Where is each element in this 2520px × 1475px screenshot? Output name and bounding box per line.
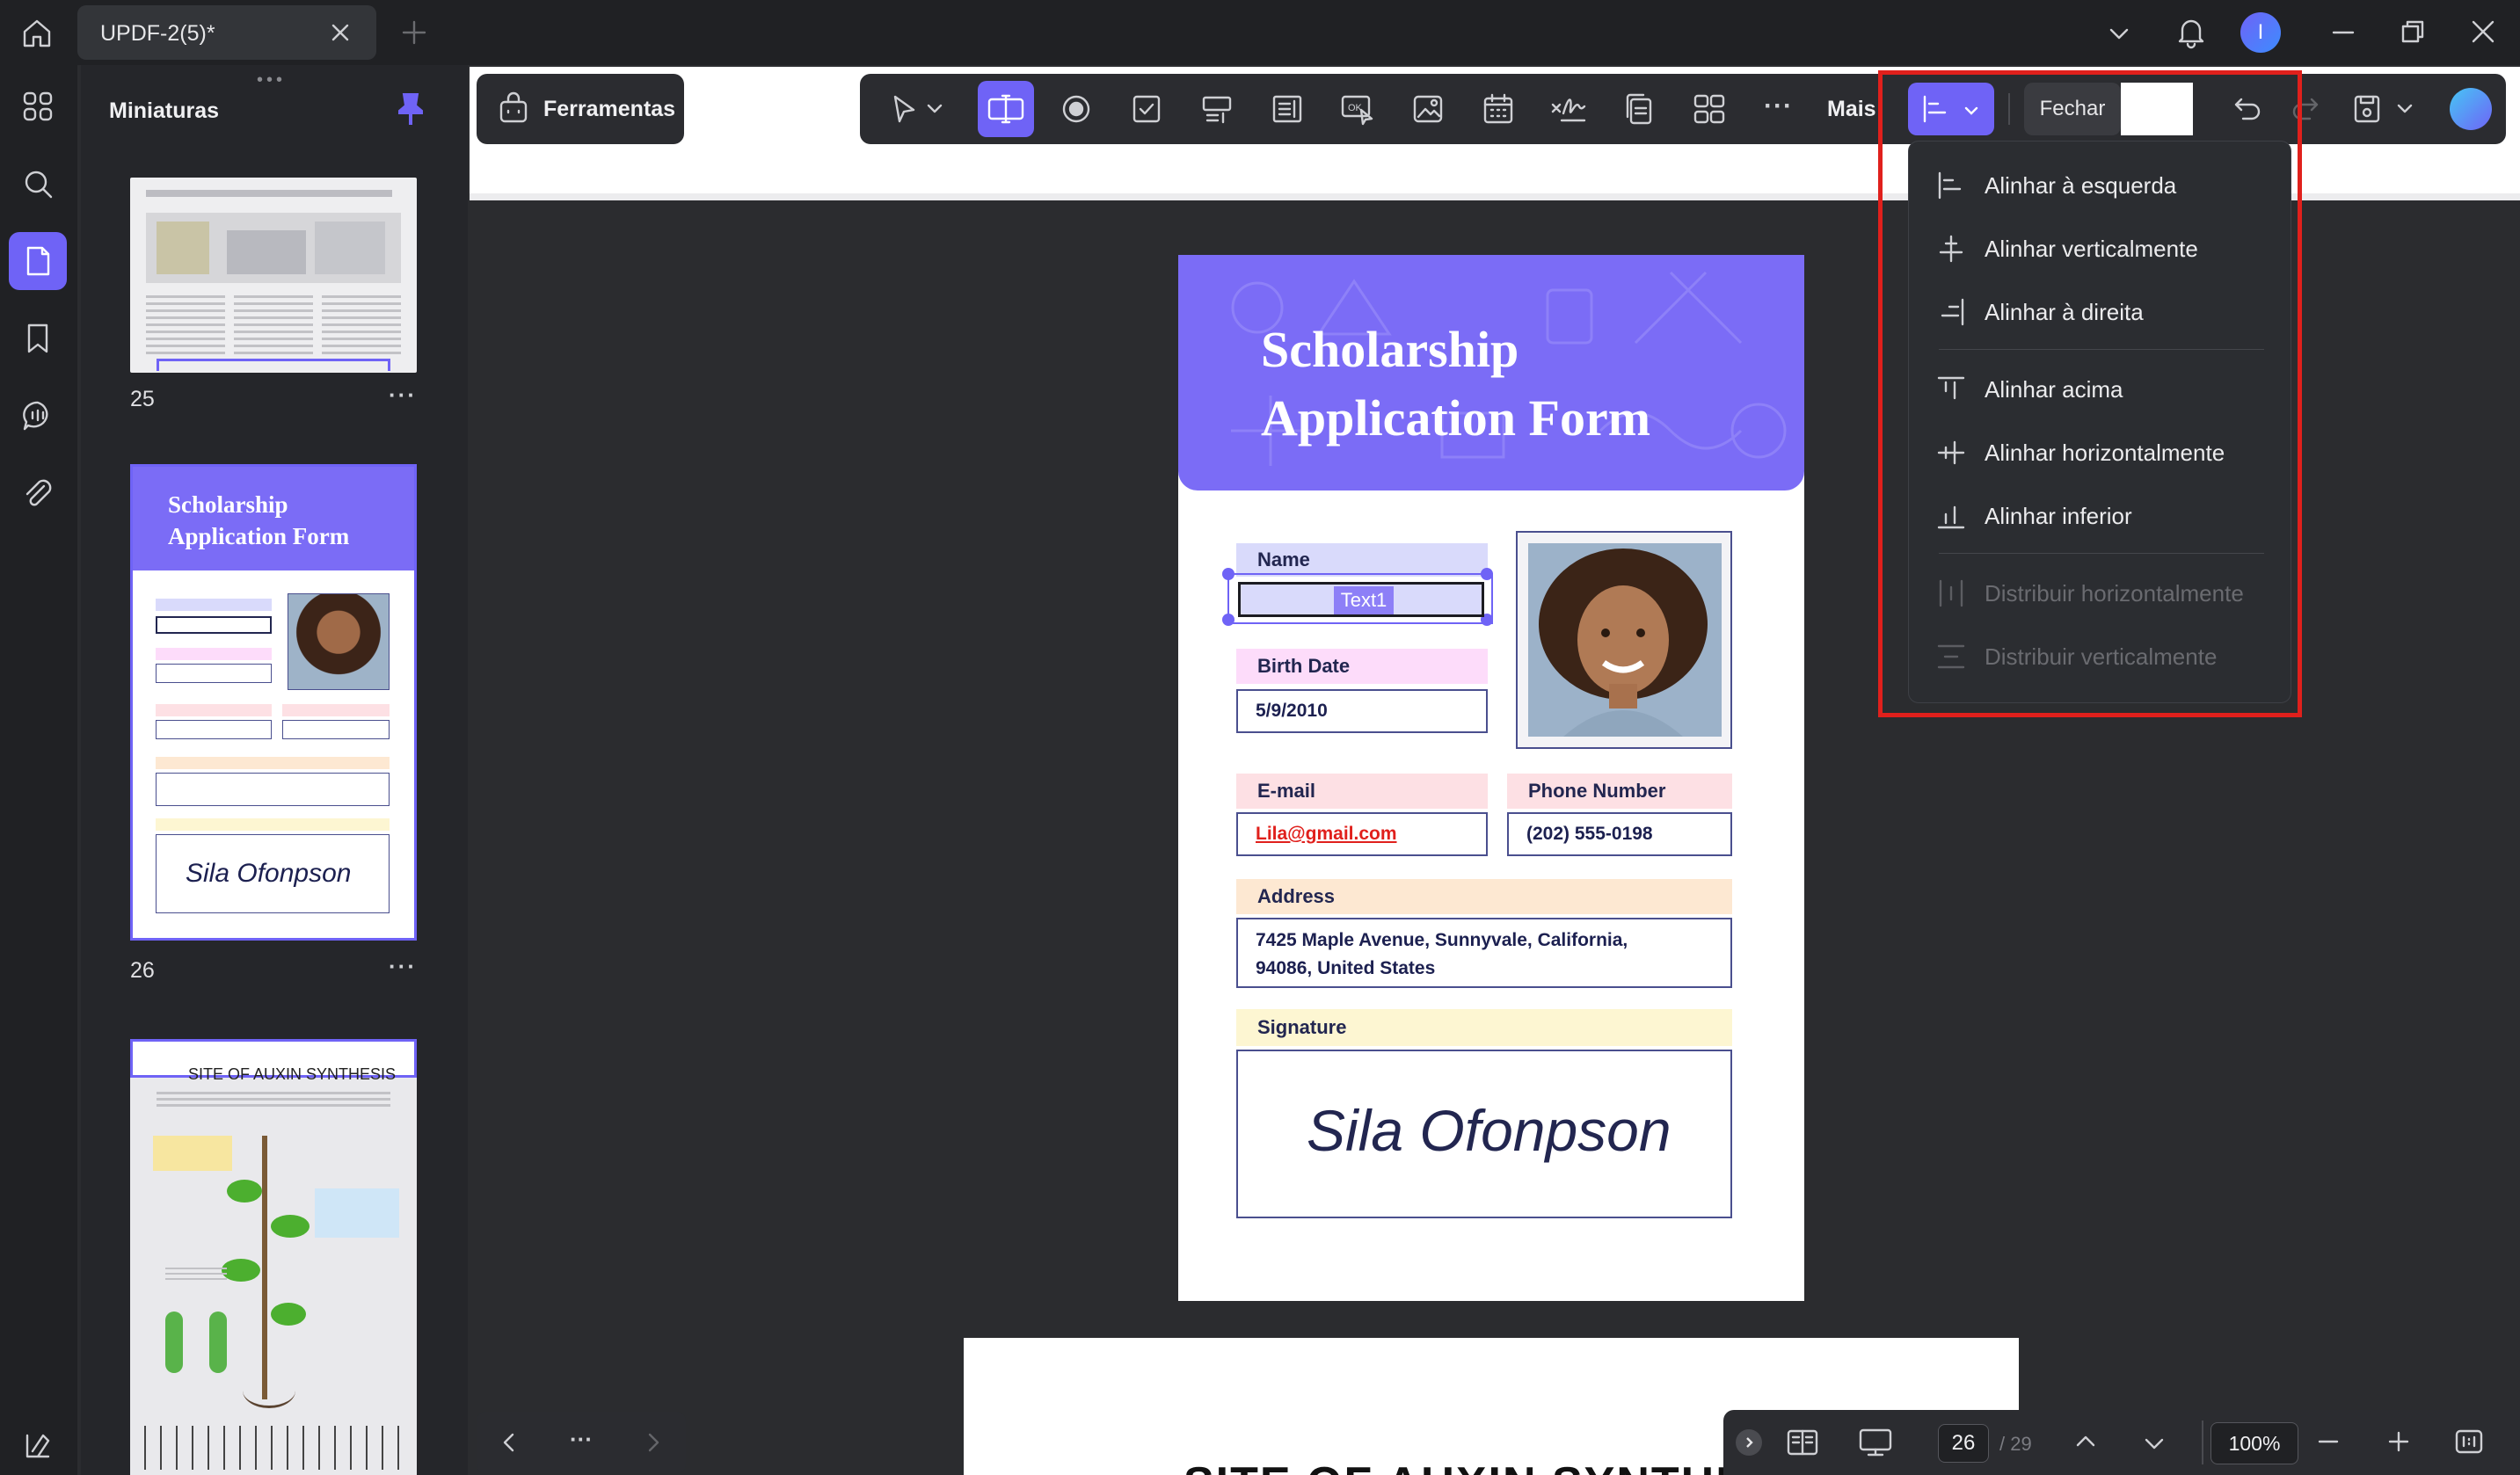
more-icon[interactable]: ··· (1764, 91, 1793, 121)
radio-button-icon[interactable] (1048, 81, 1104, 137)
thumbnail-more-icon[interactable]: ··· (389, 381, 417, 409)
photo-frame (1516, 531, 1732, 749)
date-field-icon[interactable] (1470, 81, 1526, 137)
chevron-down-icon[interactable] (2105, 19, 2133, 47)
home-icon[interactable] (19, 16, 55, 51)
thumbnail-page-number: 26 (130, 958, 155, 983)
attachment-icon[interactable] (9, 464, 67, 522)
panel-resize-handle[interactable]: ••• (257, 70, 286, 91)
text-field-icon[interactable] (978, 81, 1034, 137)
thumbnails-icon[interactable] (9, 232, 67, 290)
title-bar: UPDF-2(5)* I (0, 0, 2520, 65)
copy-field-icon[interactable] (1611, 81, 1667, 137)
list-box-icon[interactable] (1259, 81, 1315, 137)
user-avatar[interactable]: I (2240, 12, 2281, 53)
thumbnail-page-26[interactable]: Scholarship Application Form Sila Ofonps… (130, 464, 417, 941)
portrait-photo (1528, 543, 1722, 737)
dropdown-field-icon[interactable] (1189, 81, 1245, 137)
presentation-icon[interactable] (1857, 1426, 1894, 1459)
highlight-box (1878, 70, 2302, 717)
tab-title: UPDF-2(5)* (100, 21, 215, 46)
actual-size-icon[interactable] (2453, 1426, 2485, 1457)
more-label[interactable]: Mais (1827, 97, 1876, 122)
page-number-input[interactable]: 26 (1938, 1424, 1989, 1463)
zoom-level[interactable]: 100% (2210, 1422, 2298, 1464)
thumbnail-panel: ••• Miniaturas 25 ··· Scholarship Applic… (81, 65, 468, 1475)
thumbnail-page-number: 25 (130, 387, 155, 411)
page-nav-bar: ··· (477, 1412, 686, 1473)
checkbox-icon[interactable] (1118, 81, 1175, 137)
thumbnail-page-25[interactable] (130, 178, 417, 373)
email-field[interactable]: Lila@gmail.com (1236, 812, 1488, 856)
thumbnail-page-27[interactable]: SITE OF AUXIN SYNTHESIS (130, 1039, 417, 1475)
new-tab-icon[interactable] (399, 18, 429, 47)
select-cursor-icon[interactable] (876, 81, 932, 137)
text-field-name-tag: Text1 (1334, 586, 1394, 614)
restore-icon[interactable] (2397, 16, 2429, 47)
chevron-down-icon[interactable] (2140, 1429, 2168, 1457)
page-total: / 29 (1999, 1433, 2032, 1455)
chevron-up-icon[interactable] (2072, 1428, 2100, 1456)
phone-field[interactable]: (202) 555-0198 (1507, 812, 1732, 856)
address-label: Address (1236, 879, 1732, 914)
search-icon[interactable] (9, 155, 67, 213)
form-title-line2: Application Form (1261, 389, 1651, 447)
chevron-down-icon[interactable] (2395, 98, 2414, 118)
chevron-left-icon[interactable] (496, 1429, 522, 1456)
signature-text: Sila Ofonpson (1307, 1098, 1672, 1163)
tools-icon (496, 91, 531, 127)
layers-icon[interactable] (9, 1417, 67, 1475)
birth-date-label: Birth Date (1236, 649, 1488, 684)
save-icon[interactable] (2339, 81, 2395, 137)
zoom-out-icon[interactable] (2314, 1428, 2342, 1456)
document-tab[interactable]: UPDF-2(5)* (77, 5, 376, 60)
ai-assistant-icon[interactable] (2450, 88, 2492, 130)
zoom-in-icon[interactable] (2385, 1428, 2413, 1456)
name-label: Name (1236, 543, 1488, 577)
pin-icon[interactable] (396, 91, 426, 127)
form-title-line1: Scholarship (1261, 321, 1519, 378)
more-icon[interactable]: ··· (570, 1426, 593, 1453)
chevron-right-icon[interactable] (640, 1429, 666, 1456)
name-field-selection[interactable]: Text1 (1222, 568, 1493, 626)
panel-title: Miniaturas (109, 98, 220, 123)
signature-label: Signature (1236, 1009, 1732, 1046)
bottom-status-bar: 26 / 29 100% (1723, 1410, 2520, 1475)
grid-icon[interactable] (1681, 81, 1737, 137)
comment-icon[interactable] (9, 387, 67, 445)
address-field[interactable]: 7425 Maple Avenue, Sunnyvale, California… (1236, 918, 1732, 988)
tools-button[interactable]: Ferramentas (477, 74, 684, 144)
close-window-icon[interactable] (2467, 16, 2499, 47)
bell-icon[interactable] (2174, 14, 2209, 49)
form-header: Scholarship Application Form (1178, 255, 1804, 490)
reading-mode-icon[interactable] (1785, 1426, 1820, 1459)
signature-field-icon[interactable] (1540, 81, 1597, 137)
apps-icon[interactable] (9, 77, 67, 135)
birth-date-field[interactable]: 5/9/2010 (1236, 689, 1488, 733)
signature-field[interactable]: Sila Ofonpson (1236, 1050, 1732, 1218)
thumbnail-more-icon[interactable]: ··· (389, 953, 417, 980)
bookmark-icon[interactable] (9, 309, 67, 367)
left-rail (0, 65, 77, 1475)
phone-label: Phone Number (1507, 774, 1732, 809)
document-page: Scholarship Application Form Name Text1 … (1178, 255, 1804, 1301)
image-field-icon[interactable] (1400, 81, 1456, 137)
name-text-field[interactable]: Text1 (1238, 582, 1484, 617)
button-field-icon[interactable]: OK (1329, 81, 1386, 137)
chevron-down-icon[interactable] (925, 98, 944, 118)
minimize-icon[interactable] (2328, 18, 2358, 47)
close-tab-icon[interactable] (329, 21, 352, 44)
expand-icon[interactable] (1736, 1429, 1762, 1456)
email-label: E-mail (1236, 774, 1488, 809)
